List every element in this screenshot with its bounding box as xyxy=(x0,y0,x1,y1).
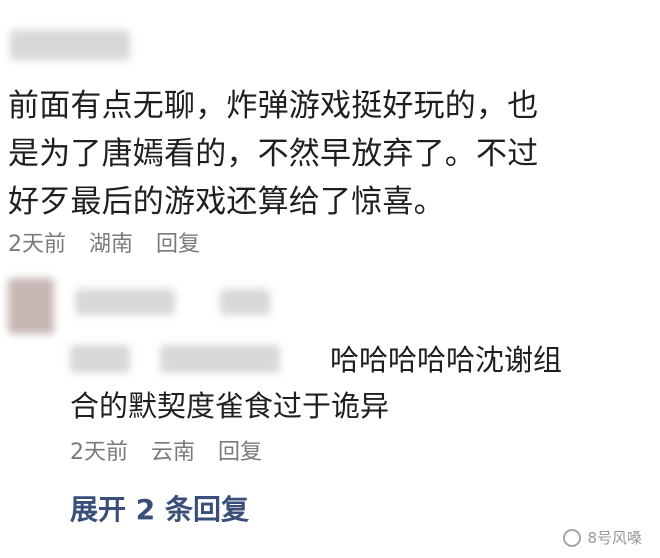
blurred-username xyxy=(75,289,175,315)
blurred-username xyxy=(220,289,270,315)
reply-text-line-2: 合的默契度雀食过于诡异 xyxy=(70,389,390,423)
watermark: 8号风嗓 xyxy=(563,527,642,548)
reply-button[interactable]: 回复 xyxy=(156,232,200,257)
comment-time: 2天前 xyxy=(8,232,66,257)
comment-text-line-1: 前面有点无聊，炸弹游戏挺好玩的，也 xyxy=(8,88,539,124)
reply-location: 云南 xyxy=(151,440,196,465)
wechat-icon xyxy=(563,528,582,547)
reply-time: 2天前 xyxy=(70,440,128,465)
comment-text-line-3: 好歹最后的游戏还算给了惊喜。 xyxy=(8,184,445,220)
blurred-username xyxy=(10,30,130,60)
comment-meta: 2天前 湖南 回复 xyxy=(8,226,216,258)
expand-replies-link[interactable]: 展开 2 条回复 xyxy=(70,488,249,528)
reply-meta: 2天前 云南 回复 xyxy=(70,434,278,466)
reply-text-line-1: 哈哈哈哈哈沈谢组 xyxy=(330,343,563,377)
blurred-avatar xyxy=(8,278,54,334)
comment-location: 湖南 xyxy=(89,232,134,257)
watermark-text: 8号风嗓 xyxy=(587,529,642,547)
reply-button[interactable]: 回复 xyxy=(218,440,262,465)
comment-text-line-2: 是为了唐嫣看的，不然早放弃了。不过 xyxy=(8,136,539,172)
blurred-reply-target xyxy=(160,345,280,373)
blurred-reply-target xyxy=(70,345,130,373)
